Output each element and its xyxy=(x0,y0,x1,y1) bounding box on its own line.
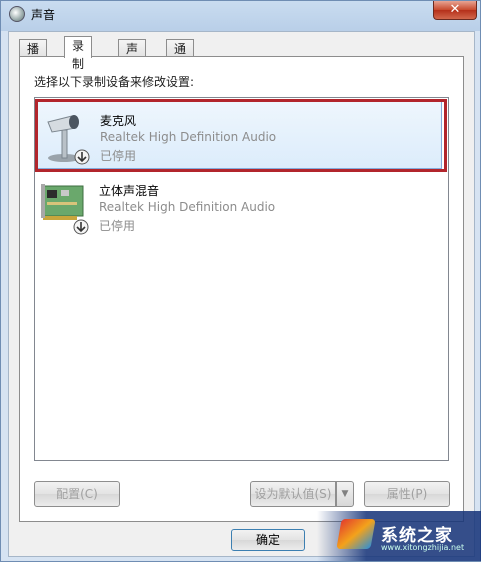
chevron-down-icon[interactable]: ▼ xyxy=(336,481,354,507)
device-status: 已停用 xyxy=(100,149,137,163)
device-driver: Realtek High Definition Audio xyxy=(99,200,276,214)
speaker-icon xyxy=(9,6,25,22)
set-default-button[interactable]: 设为默认值(S) xyxy=(250,481,336,507)
device-stereo-mix[interactable]: 立体声混音 Realtek High Definition Audio 已停用 xyxy=(37,172,442,240)
logo-icon xyxy=(336,519,376,549)
microphone-icon xyxy=(47,115,90,165)
device-driver: Realtek High Definition Audio xyxy=(100,130,277,144)
instruction-text: 选择以下录制设备来修改设置: xyxy=(34,75,195,89)
dialog-client-area: 播放 录制 声音 通信 选择以下录制设备来修改设置: xyxy=(8,31,475,557)
tab-communications[interactable]: 通信 xyxy=(166,39,195,74)
watermark-url: www.xitongzhijia.net xyxy=(381,543,465,552)
ok-button[interactable]: 确定 xyxy=(231,529,305,551)
device-name: 麦克风 xyxy=(100,114,137,128)
device-microphone[interactable]: 麦克风 Realtek High Definition Audio 已停用 xyxy=(35,99,447,172)
close-button[interactable]: ✕ xyxy=(433,1,477,20)
configure-button[interactable]: 配置(C) xyxy=(34,481,120,507)
tab-playback[interactable]: 播放 xyxy=(19,39,48,74)
site-watermark: 系统之家 www.xitongzhijia.net xyxy=(317,511,481,561)
window-title: 声音 xyxy=(31,8,56,22)
tab-recording[interactable]: 录制 xyxy=(64,36,93,71)
device-name: 立体声混音 xyxy=(99,184,160,198)
sound-dialog: 声音 ✕ 播放 录制 声音 通信 选择以下录制设备来修改设置: xyxy=(0,0,481,562)
sound-card-icon xyxy=(41,184,89,235)
device-status: 已停用 xyxy=(99,219,136,233)
title-bar[interactable]: 声音 ✕ xyxy=(1,1,480,27)
recording-panel: 选择以下录制设备来修改设置: 麦克风 Realtek High Definiti… xyxy=(19,56,464,522)
tab-sounds[interactable]: 声音 xyxy=(118,39,147,74)
recording-device-list[interactable]: 麦克风 Realtek High Definition Audio 已停用 立体… xyxy=(34,97,449,461)
properties-button[interactable]: 属性(P) xyxy=(364,481,450,507)
